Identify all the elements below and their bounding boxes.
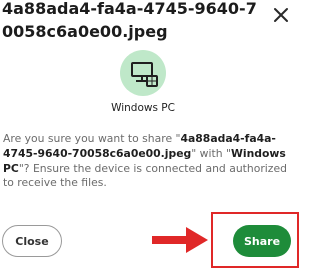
device-name: Windows PC	[111, 102, 175, 114]
close-button[interactable]: Close	[2, 225, 62, 257]
monitor-windows-icon	[131, 62, 158, 87]
share-dialog: 4a88ada4-fa4a-4745-9640-70058c6a0e00.jpe…	[0, 0, 300, 270]
message-suffix: "? Ensure the device is connected and au…	[3, 161, 287, 190]
share-button[interactable]: Share	[233, 225, 291, 257]
arrow-right-icon	[152, 227, 208, 253]
message-middle: " with "	[191, 146, 231, 160]
message-prefix: Are you sure you want to share "	[3, 132, 181, 145]
device-avatar	[120, 50, 166, 96]
confirmation-message: Are you sure you want to share "4a88ada4…	[3, 132, 297, 191]
dialog-title: 4a88ada4-fa4a-4745-9640-70058c6a0e00.jpe…	[2, 0, 257, 41]
close-icon[interactable]	[272, 6, 290, 24]
